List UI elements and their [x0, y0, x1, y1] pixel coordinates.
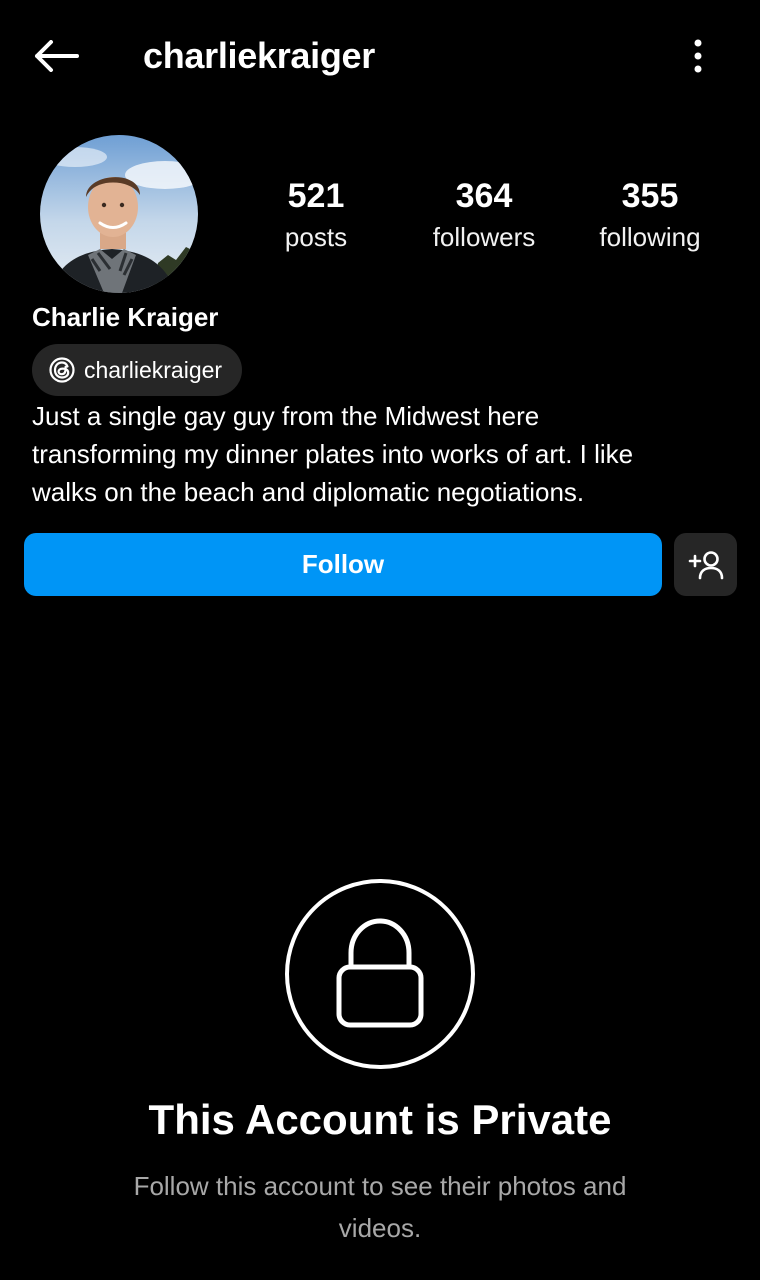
- private-account-title: This Account is Private: [148, 1096, 612, 1143]
- profile-username-title: charliekraiger: [143, 35, 375, 76]
- posts-label: posts: [284, 222, 348, 252]
- posts-count: 521: [287, 177, 345, 215]
- follow-button[interactable]: Follow: [24, 533, 662, 596]
- lock-icon: [336, 918, 424, 1028]
- top-bar: charliekraiger: [0, 0, 760, 112]
- suggested-accounts-button[interactable]: [674, 533, 737, 596]
- profile-photo: [40, 135, 198, 293]
- more-vertical-icon: [694, 39, 702, 73]
- threads-handle: charliekraiger: [84, 357, 223, 383]
- following-label: following: [599, 222, 701, 252]
- display-name: Charlie Kraiger: [32, 302, 219, 332]
- threads-link[interactable]: charliekraiger: [32, 344, 243, 396]
- profile-bio: Just a single gay guy from the Midwest h…: [32, 401, 634, 507]
- more-options-button[interactable]: [676, 34, 720, 78]
- followers-label: followers: [432, 222, 536, 252]
- stat-followers[interactable]: 364 followers: [404, 174, 564, 256]
- followers-count: 364: [455, 177, 513, 215]
- profile-avatar[interactable]: [40, 135, 198, 293]
- arrow-left-icon: [35, 40, 79, 72]
- private-account-subtitle: Follow this account to see their photos …: [133, 1171, 627, 1243]
- following-count: 355: [621, 177, 679, 215]
- threads-icon: [48, 356, 76, 384]
- private-lock-badge: [285, 879, 475, 1069]
- stat-posts[interactable]: 521 posts: [236, 174, 396, 256]
- add-person-icon: [688, 550, 723, 579]
- back-button[interactable]: [28, 34, 84, 78]
- stat-following[interactable]: 355 following: [570, 174, 730, 256]
